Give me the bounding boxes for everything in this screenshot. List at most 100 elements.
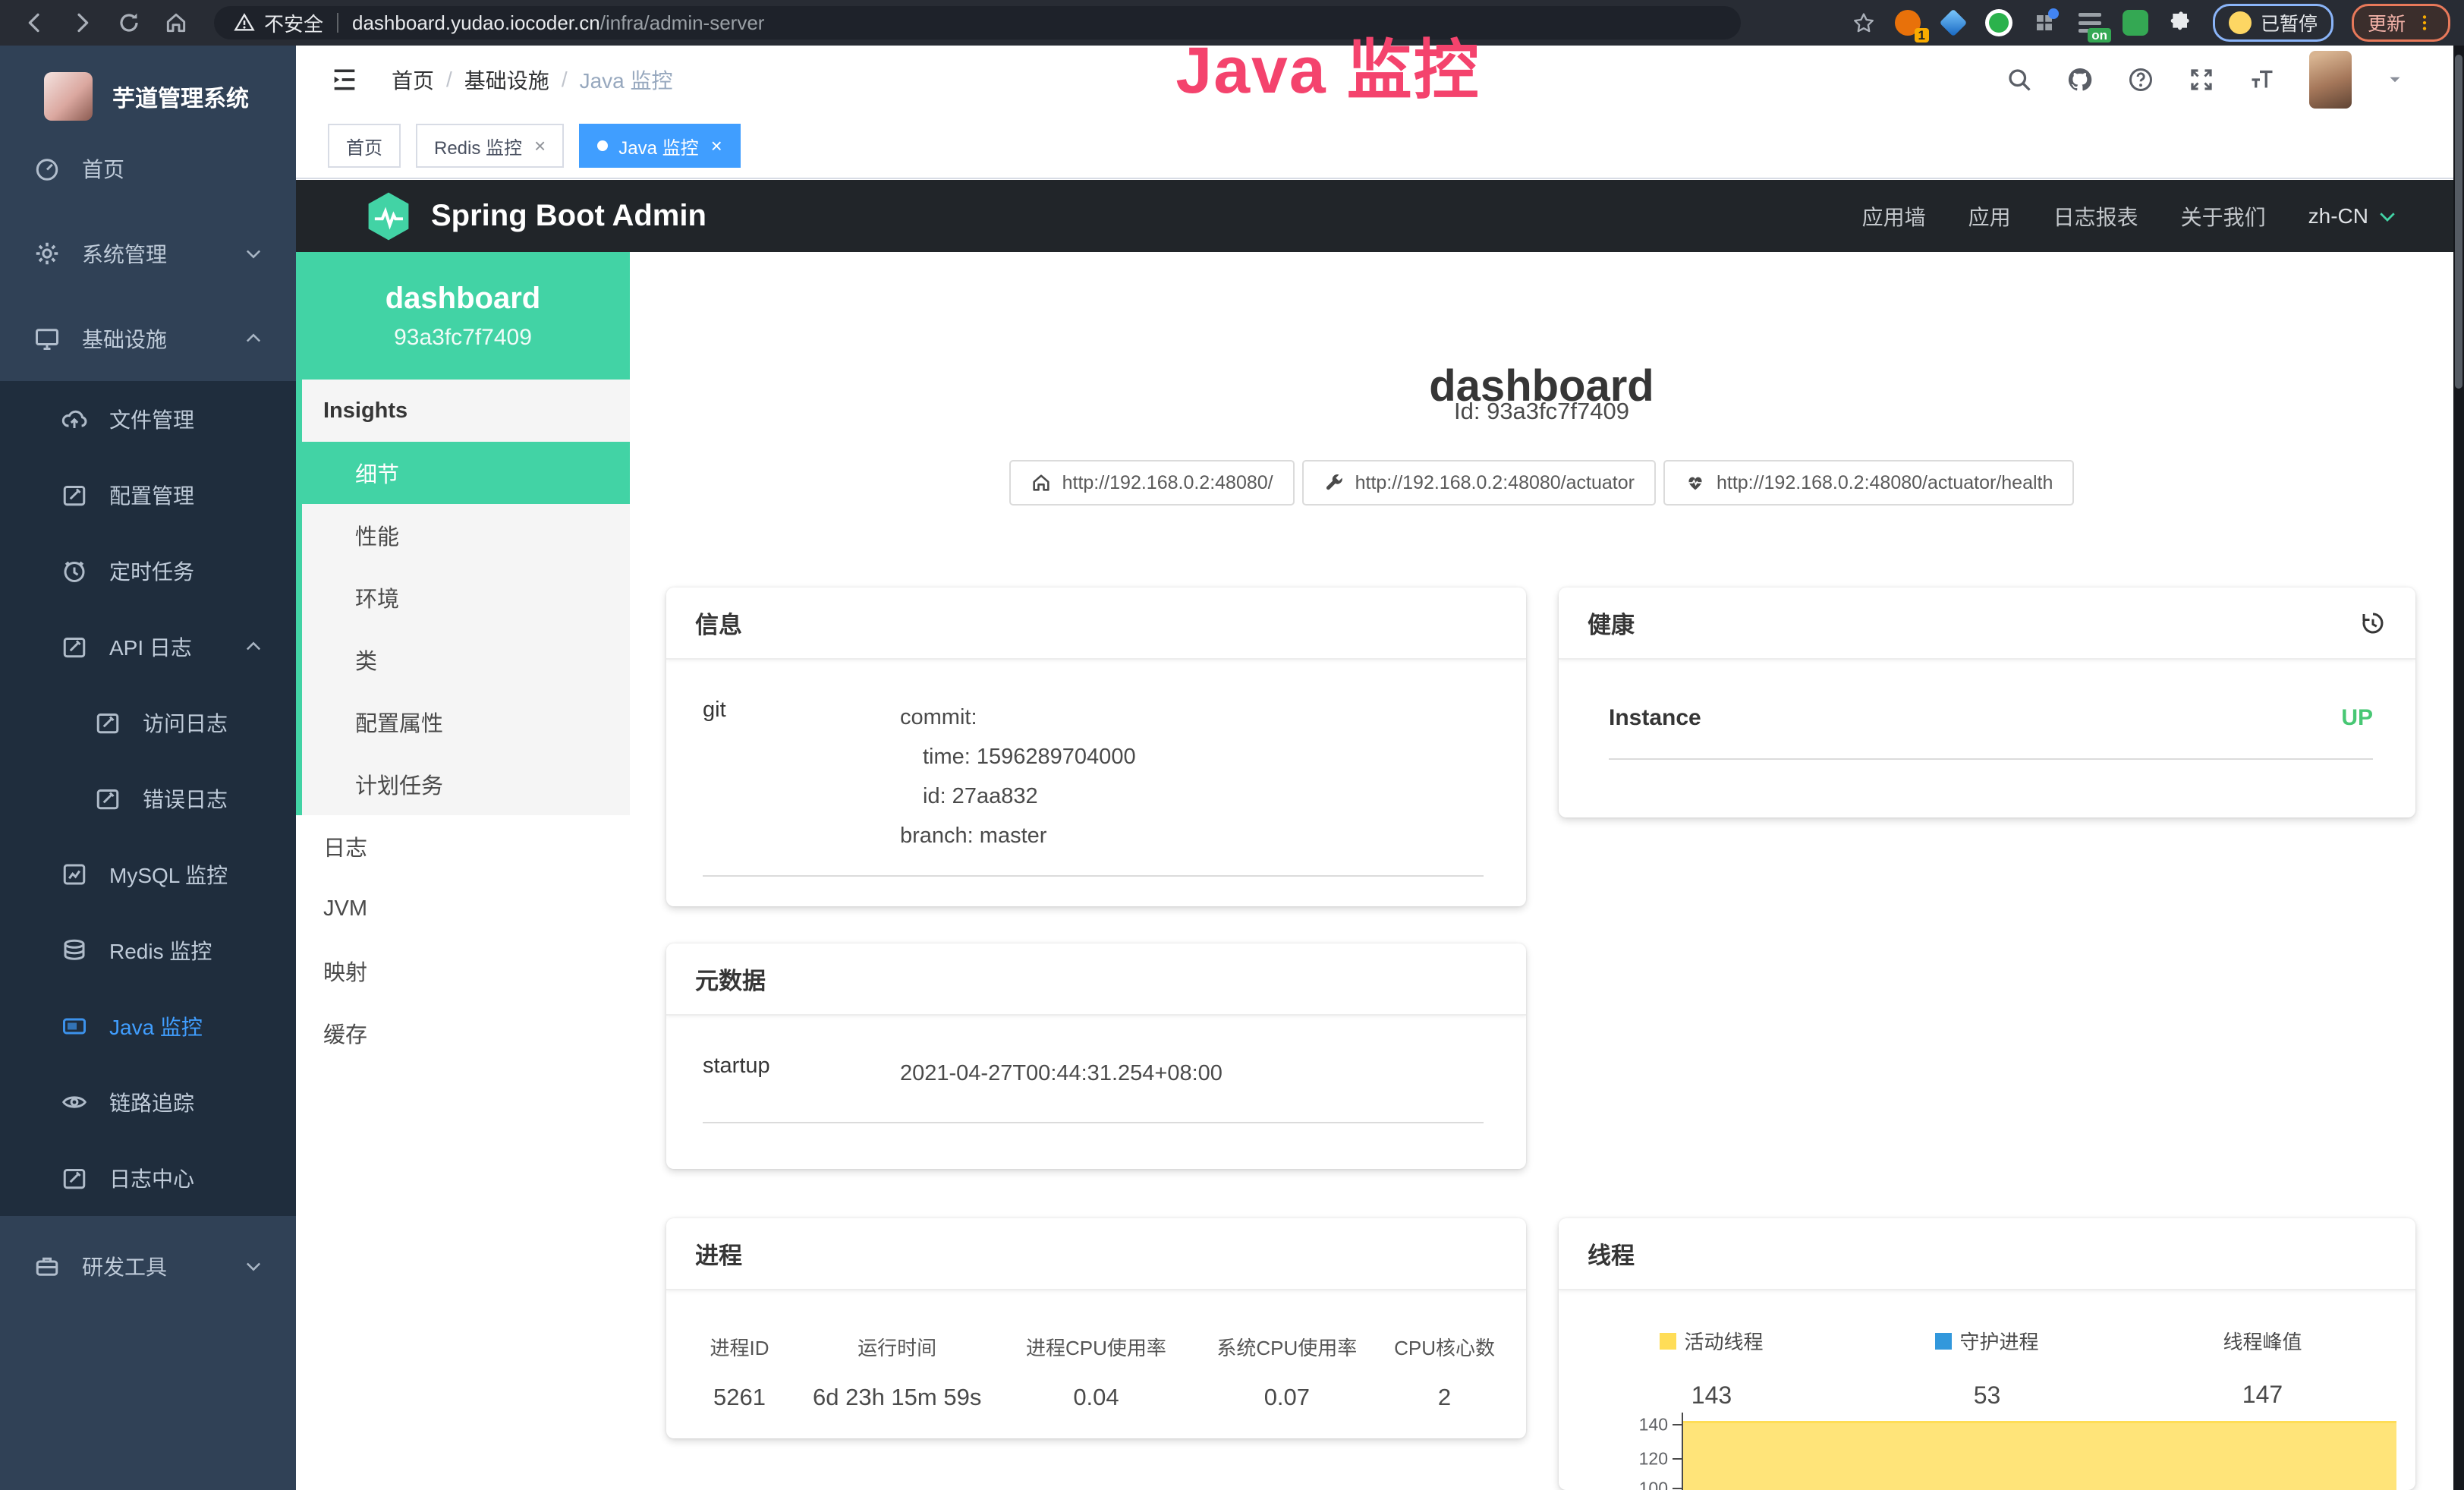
sidebar-item-redis-monitor[interactable]: Redis 监控 — [0, 912, 296, 988]
threads-panel-header: 线程 — [1559, 1218, 2415, 1290]
sba-nav-about[interactable]: 关于我们 — [2181, 201, 2266, 232]
sidebar-item-access-log[interactable]: 访问日志 — [0, 685, 296, 761]
bookmark-star-icon[interactable] — [1852, 11, 1876, 35]
sba-nav-journal[interactable]: 日志报表 — [2053, 201, 2138, 232]
chevron-down-icon — [243, 243, 264, 264]
info-panel-body: git commit: time: 1596289704000 id: 27aa… — [666, 660, 1526, 877]
sidebar-item-infra[interactable]: 基础设施 — [0, 296, 296, 381]
extension-gem-icon[interactable] — [1940, 9, 1967, 36]
sidebar-item-error-log[interactable]: 错误日志 — [0, 761, 296, 836]
process-pid-value: 5261 — [681, 1384, 798, 1411]
browser-menu-kebab-icon[interactable] — [2415, 13, 2434, 33]
breadcrumb-separator: / — [446, 68, 452, 92]
extension-c-icon[interactable]: 1 — [1894, 9, 1921, 36]
browser-home-icon[interactable] — [164, 11, 188, 35]
github-icon[interactable] — [2066, 66, 2094, 93]
sba-menu-scheduled-tasks[interactable]: 计划任务 — [302, 753, 630, 815]
breadcrumb-home[interactable]: 首页 — [392, 65, 434, 95]
home-icon — [1031, 472, 1052, 493]
sba-menu-environment[interactable]: 环境 — [302, 566, 630, 628]
chevron-up-icon — [243, 636, 264, 657]
back-icon[interactable] — [23, 11, 47, 35]
sba-menu-jvm[interactable]: JVM — [296, 877, 630, 940]
extensions-puzzle-icon[interactable] — [2167, 9, 2195, 36]
edit-icon — [61, 481, 88, 509]
sidebar-item-java-monitor[interactable]: Java 监控 — [0, 988, 296, 1064]
tag-redis-monitor[interactable]: Redis 监控 × — [416, 124, 564, 168]
sidebar-item-config-manage[interactable]: 配置管理 — [0, 457, 296, 533]
extension-y-icon[interactable] — [1985, 9, 2012, 36]
sba-instance-header: dashboard 93a3fc7f7409 — [296, 252, 630, 380]
sidebar-toggle-icon[interactable] — [329, 65, 360, 95]
process-panel-header: 进程 — [666, 1218, 1526, 1290]
paused-badge[interactable]: 已暂停 — [2213, 4, 2333, 42]
active-tag-dot — [597, 140, 608, 151]
sba-menu-caches[interactable]: 缓存 — [296, 1002, 630, 1064]
system-cpu-value: 0.07 — [1196, 1384, 1378, 1411]
sba-instance-sidebar: dashboard 93a3fc7f7409 Insights 细节 性能 环境… — [296, 252, 630, 1490]
edit-icon — [61, 1164, 88, 1192]
app-sidebar: 芋道管理系统 首页 系统管理 基础设施 文件管理 配置管理 — [0, 46, 296, 1490]
help-icon[interactable] — [2127, 66, 2154, 93]
actuator-url-button[interactable]: http://192.168.0.2:48080/actuator — [1302, 460, 1656, 506]
close-icon[interactable]: × — [711, 136, 722, 156]
live-threads-value: 143 — [1574, 1381, 1849, 1410]
sba-nav-applications[interactable]: 应用 — [1968, 201, 2011, 232]
forward-icon[interactable] — [70, 11, 94, 35]
heartbeat-icon — [1685, 472, 1706, 493]
sba-brand[interactable]: Spring Boot Admin — [431, 199, 706, 233]
threads-stats: 活动线程 143 守护进程 53 线程峰值 147 — [1574, 1327, 2400, 1410]
process-cpu-value: 0.04 — [996, 1384, 1195, 1411]
app-title: 芋道管理系统 — [112, 80, 249, 113]
extension-list-icon[interactable]: on — [2076, 9, 2104, 36]
not-secure-warning-icon[interactable] — [234, 12, 255, 33]
breadcrumb-infra[interactable]: 基础设施 — [464, 65, 549, 95]
sba-menu-config-props[interactable]: 配置属性 — [302, 691, 630, 753]
sba-nav-wall[interactable]: 应用墙 — [1862, 201, 1926, 232]
daemon-threads-label: 守护进程 — [1959, 1327, 2038, 1355]
sba-menu-classes[interactable]: 类 — [302, 628, 630, 691]
update-label: 更新 — [2368, 9, 2406, 36]
sba-menu-logfile[interactable]: 日志 — [296, 815, 630, 877]
sidebar-item-api-log[interactable]: API 日志 — [0, 609, 296, 685]
sba-main-content: dashboard Id: 93a3fc7f7409 http://192.16… — [630, 252, 2453, 1490]
sba-menu-metrics[interactable]: 性能 — [302, 504, 630, 566]
sidebar-item-file-manage[interactable]: 文件管理 — [0, 381, 296, 457]
sba-navbar: Spring Boot Admin 应用墙 应用 日志报表 关于我们 zh-CN — [296, 180, 2453, 252]
service-url-button[interactable]: http://192.168.0.2:48080/ — [1009, 460, 1295, 506]
close-icon[interactable]: × — [534, 136, 546, 156]
fullscreen-icon[interactable] — [2188, 66, 2215, 93]
update-button[interactable]: 更新 — [2352, 4, 2450, 42]
sidebar-item-log-center[interactable]: 日志中心 — [0, 1140, 296, 1216]
history-icon[interactable] — [2359, 610, 2387, 637]
sba-menu-details[interactable]: 细节 — [302, 442, 630, 504]
extension-leaf-icon[interactable] — [2122, 9, 2149, 36]
sba-logo-icon[interactable] — [366, 191, 411, 241]
reload-icon[interactable] — [117, 11, 141, 35]
avatar-caret-down-icon[interactable] — [2385, 70, 2405, 90]
sidebar-item-dev-tools[interactable]: 研发工具 — [0, 1224, 296, 1309]
user-avatar[interactable] — [2309, 51, 2352, 109]
font-size-icon[interactable] — [2248, 66, 2276, 93]
tag-java-monitor[interactable]: Java 监控 × — [579, 124, 741, 168]
page-scrollbar[interactable] — [2453, 46, 2464, 1490]
topbar-actions — [2006, 46, 2405, 114]
sba-menu-mappings[interactable]: 映射 — [296, 940, 630, 1002]
y-tickmark — [1673, 1458, 1682, 1460]
daemon-threads-legend-swatch — [1935, 1333, 1952, 1350]
health-panel-header: 健康 — [1559, 587, 2415, 660]
sidebar-item-system[interactable]: 系统管理 — [0, 211, 296, 296]
sidebar-item-trace[interactable]: 链路追踪 — [0, 1064, 296, 1140]
scrollbar-thumb[interactable] — [2455, 55, 2462, 389]
extension-grid-icon[interactable] — [2031, 9, 2058, 36]
tag-home[interactable]: 首页 — [328, 124, 401, 168]
peak-threads-value: 147 — [2125, 1381, 2400, 1409]
health-url-button[interactable]: http://192.168.0.2:48080/actuator/health — [1663, 460, 2074, 506]
sidebar-item-home[interactable]: 首页 — [0, 126, 296, 211]
breadcrumb: 首页 / 基础设施 / Java 监控 — [392, 65, 673, 95]
sba-locale-select[interactable]: zh-CN — [2308, 204, 2399, 228]
sidebar-item-scheduled-job[interactable]: 定时任务 — [0, 533, 296, 609]
search-icon[interactable] — [2006, 66, 2033, 93]
sidebar-item-mysql-monitor[interactable]: MySQL 监控 — [0, 836, 296, 912]
edit-icon — [94, 785, 121, 812]
